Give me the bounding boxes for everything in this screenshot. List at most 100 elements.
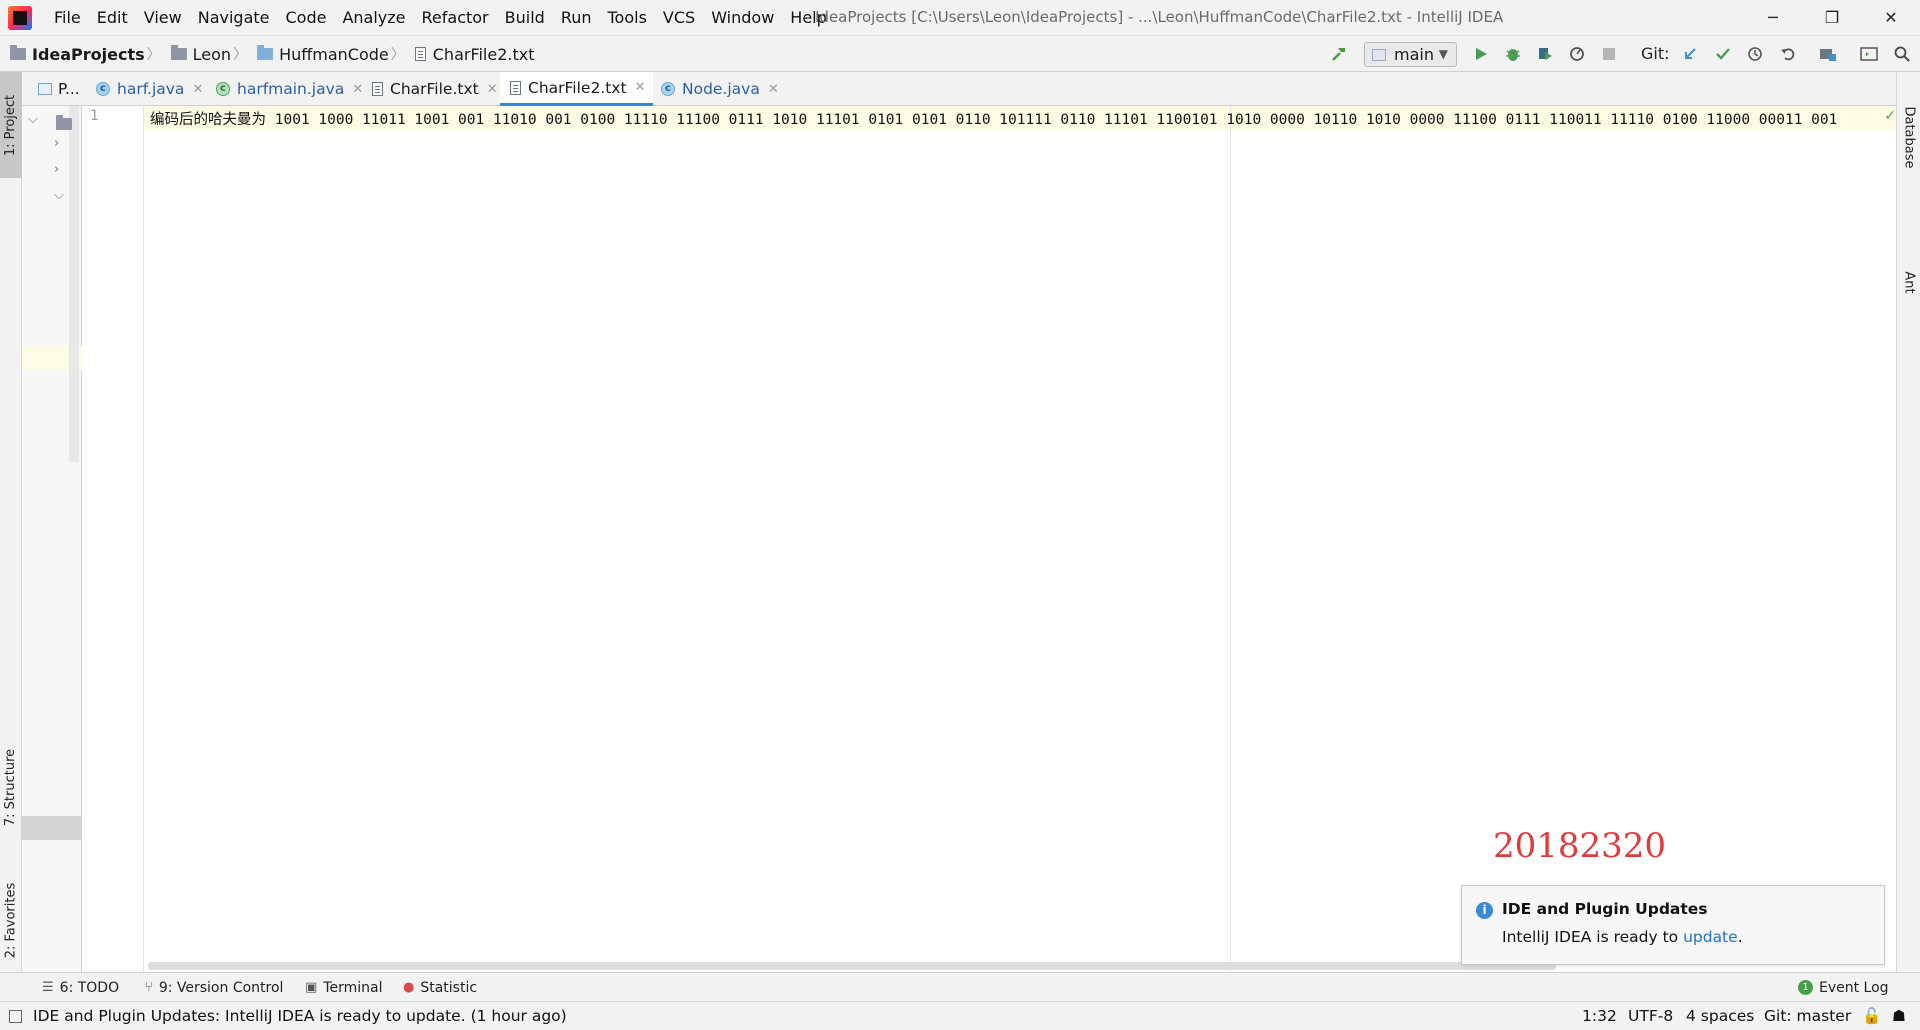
menu-build[interactable]: Build <box>497 0 553 35</box>
run-icon[interactable] <box>1472 45 1490 63</box>
update-notification[interactable]: i IDE and Plugin Updates IntelliJ IDEA i… <box>1461 885 1885 965</box>
close-icon[interactable]: ✕ <box>192 82 203 97</box>
git-branch[interactable]: Git: master <box>1764 1002 1851 1030</box>
tool-window-statistic[interactable]: ● Statistic <box>403 973 477 1002</box>
menu-navigate[interactable]: Navigate <box>190 0 278 35</box>
title-bar: File Edit View Navigate Code Analyze Ref… <box>0 0 1920 35</box>
class-icon: c <box>661 82 675 96</box>
tool-window-ant[interactable]: Ant <box>1897 252 1920 312</box>
terminal-icon[interactable] <box>1860 45 1878 63</box>
history-icon[interactable] <box>1746 45 1764 63</box>
breadcrumb-item-charfile2[interactable]: CharFile2.txt <box>414 45 535 64</box>
notification-body: IntelliJ IDEA is ready to update. <box>1502 928 1743 946</box>
inspection-ok-icon[interactable]: ✓ <box>1884 108 1896 124</box>
run-config-select[interactable]: main ▼ <box>1364 42 1457 67</box>
tool-windows-toggle-icon[interactable] <box>9 1010 22 1023</box>
menu-vcs[interactable]: VCS <box>655 0 703 35</box>
text-file-icon <box>510 80 521 95</box>
line-number: 1 <box>90 108 99 124</box>
inspector-icon[interactable]: ☗ <box>1892 1002 1906 1030</box>
status-message[interactable]: IDE and Plugin Updates: IntelliJ IDEA is… <box>33 1002 567 1030</box>
close-icon[interactable]: ✕ <box>487 82 498 97</box>
info-icon: i <box>1476 902 1493 919</box>
close-icon[interactable]: ✕ <box>352 82 363 97</box>
tool-window-label: Database <box>1901 105 1917 169</box>
left-tool-strip: 1: Project 7: Structure 2: Favorites <box>0 72 22 972</box>
run-config-label: main <box>1394 45 1434 64</box>
restore-button[interactable]: ❐ <box>1804 0 1860 35</box>
class-icon: c <box>96 82 110 96</box>
application-icon <box>1372 48 1386 61</box>
minimize-button[interactable]: ─ <box>1745 0 1801 35</box>
menu-view[interactable]: View <box>136 0 190 35</box>
tool-window-project[interactable]: 1: Project <box>0 72 22 178</box>
tool-window-event-log[interactable]: 1 Event Log <box>1798 973 1889 1002</box>
tab-project[interactable]: P... <box>38 72 80 106</box>
menu-tools[interactable]: Tools <box>600 0 655 35</box>
editor-gutter: 1 <box>82 106 144 972</box>
indent-setting[interactable]: 4 spaces <box>1686 1002 1754 1030</box>
code-line[interactable]: 编码后的哈夫曼为 1001 1000 11011 1001 001 11010 … <box>150 108 1896 130</box>
chevron-right-icon[interactable]: › <box>54 136 59 151</box>
tab-label: CharFile2.txt <box>528 78 627 97</box>
menu-refactor[interactable]: Refactor <box>414 0 497 35</box>
tool-window-label: 2: Favorites <box>3 882 19 958</box>
menu-run[interactable]: Run <box>553 0 600 35</box>
profile-icon[interactable] <box>1568 45 1586 63</box>
tool-window-database[interactable]: Database <box>1897 82 1920 192</box>
tool-window-favorites[interactable]: 2: Favorites <box>0 862 22 978</box>
close-button[interactable]: ✕ <box>1863 0 1919 35</box>
close-icon[interactable]: ✕ <box>635 80 646 95</box>
breadcrumb-label: Leon <box>192 44 232 64</box>
breadcrumb-label: IdeaProjects <box>32 44 145 64</box>
tool-window-label: Statistic <box>420 979 478 996</box>
menu-analyze[interactable]: Analyze <box>334 0 413 35</box>
project-structure-icon[interactable] <box>1819 45 1837 63</box>
folder-icon <box>56 115 72 130</box>
project-row-selection <box>22 816 82 840</box>
tab-harf-java[interactable]: c harf.java ✕ <box>96 72 203 106</box>
breadcrumb-item-huffmancode[interactable]: HuffmanCode 〉 <box>257 44 409 64</box>
debug-icon[interactable] <box>1504 45 1522 63</box>
vcs-commit-icon[interactable] <box>1714 45 1732 63</box>
menu-file[interactable]: File <box>46 0 89 35</box>
breadcrumb-item-ideaprojects[interactable]: IdeaProjects 〉 <box>10 44 165 64</box>
terminal-icon: ▣ <box>305 980 318 995</box>
project-scrollbar[interactable] <box>69 102 79 462</box>
tab-charfile2-txt[interactable]: CharFile2.txt ✕ <box>500 72 654 106</box>
tool-window-label: Ant <box>1901 270 1917 294</box>
lock-icon[interactable]: 🔓 <box>1862 1002 1881 1030</box>
chevron-down-icon[interactable]: ⌵ <box>28 112 38 127</box>
caret-position[interactable]: 1:32 <box>1582 1002 1617 1030</box>
menu-window[interactable]: Window <box>703 0 782 35</box>
notification-text: IntelliJ IDEA is ready to <box>1502 928 1684 946</box>
close-icon[interactable]: ✕ <box>768 82 779 97</box>
stop-icon[interactable] <box>1600 45 1618 63</box>
file-encoding[interactable]: UTF-8 <box>1628 1002 1673 1030</box>
tool-window-label: 1: Project <box>3 94 19 156</box>
tab-harfmain-java[interactable]: c harfmain.java ✕ <box>216 72 363 106</box>
coverage-icon[interactable] <box>1536 45 1554 63</box>
folder-icon <box>10 45 26 60</box>
breadcrumb: IdeaProjects 〉 Leon 〉 HuffmanCode 〉 Char… <box>10 36 541 72</box>
tool-window-structure[interactable]: 7: Structure <box>0 732 22 842</box>
revert-icon[interactable] <box>1779 45 1797 63</box>
hammer-icon[interactable] <box>1330 45 1348 63</box>
tool-window-version-control[interactable]: ⑂ 9: Version Control <box>145 973 283 1002</box>
horizontal-scrollbar[interactable] <box>148 962 1556 970</box>
chevron-right-icon[interactable]: › <box>54 162 59 177</box>
chevron-down-icon[interactable]: ⌵ <box>54 188 64 203</box>
breadcrumb-item-leon[interactable]: Leon 〉 <box>170 44 251 64</box>
right-margin-guide <box>1230 106 1231 972</box>
tool-window-todo[interactable]: ☰ 6: TODO <box>42 973 119 1002</box>
search-icon[interactable] <box>1893 45 1911 63</box>
tool-window-terminal[interactable]: ▣ Terminal <box>305 973 382 1002</box>
vcs-update-icon[interactable] <box>1681 45 1699 63</box>
update-link[interactable]: update <box>1683 928 1738 946</box>
menu-edit[interactable]: Edit <box>89 0 136 35</box>
tool-window-label: 6: TODO <box>59 979 120 996</box>
tab-node-java[interactable]: c Node.java ✕ <box>661 72 779 106</box>
tab-charfile-txt[interactable]: CharFile.txt ✕ <box>372 72 498 106</box>
menu-code[interactable]: Code <box>278 0 335 35</box>
statistic-icon: ● <box>403 980 415 995</box>
